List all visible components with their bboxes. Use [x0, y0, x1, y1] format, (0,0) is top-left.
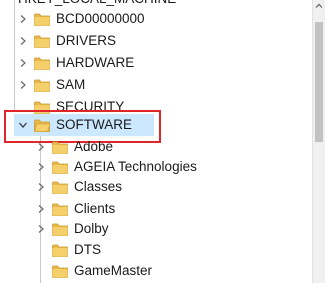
tree-item-hardware[interactable]: HARDWARE [18, 52, 134, 74]
chevron-right-icon[interactable] [36, 224, 46, 234]
chevron-right-icon[interactable] [36, 162, 46, 172]
tree-item-label: Dolby [74, 221, 109, 236]
folder-icon [52, 223, 68, 236]
tree-item-sam[interactable]: SAM [18, 74, 85, 96]
folder-icon [34, 13, 50, 26]
tree-item-label: AGEIA Technologies [74, 159, 197, 174]
chevron-right-icon[interactable] [36, 142, 46, 152]
tree-item-label: BCD00000000 [56, 11, 145, 26]
tree-item-label: DTS [74, 242, 101, 257]
tree-item-drivers[interactable]: DRIVERS [18, 30, 116, 52]
tree-item-classes[interactable]: Classes [36, 176, 122, 198]
chevron-right-icon[interactable] [18, 14, 28, 24]
tree-item-label: Adobe [74, 139, 114, 154]
tree-item-dts[interactable]: DTS [36, 239, 101, 261]
tree-item-label: DRIVERS [56, 33, 117, 48]
folder-icon [52, 161, 68, 174]
tree-item-label: HARDWARE [56, 55, 135, 70]
scrollbar-thumb[interactable] [315, 22, 323, 142]
tree-item-clients[interactable]: Clients [36, 198, 115, 220]
chevron-right-icon[interactable] [18, 58, 28, 68]
tree-item-gamemaster[interactable]: GameMaster [36, 260, 152, 282]
tree-item-dolby[interactable]: Dolby [36, 218, 109, 240]
scroll-up-icon[interactable] [315, 2, 323, 10]
tree-item-label: SAM [56, 77, 86, 92]
folder-icon [52, 181, 68, 194]
folder-icon [52, 141, 68, 154]
tree-item-label: Classes [74, 179, 123, 194]
tree-guide-line [14, 0, 15, 112]
folder-icon [34, 35, 50, 48]
registry-tree: HKEY_LOCAL_MACHINE BCD00000000 DRIVERS H… [0, 0, 310, 283]
folder-icon [52, 265, 68, 278]
chevron-down-icon[interactable] [8, 0, 18, 4]
tree-item-ageia-technologies[interactable]: AGEIA Technologies [36, 156, 197, 178]
folder-icon [52, 244, 68, 257]
folder-icon [34, 79, 50, 92]
tree-item-label: Clients [74, 201, 116, 216]
chevron-right-icon[interactable] [18, 80, 28, 90]
folder-icon [52, 203, 68, 216]
tree-item-bcd00000000[interactable]: BCD00000000 [18, 8, 145, 30]
chevron-right-icon[interactable] [36, 204, 46, 214]
chevron-right-icon[interactable] [36, 182, 46, 192]
tree-item-label: GameMaster [74, 263, 153, 278]
chevron-right-icon[interactable] [18, 36, 28, 46]
vertical-scrollbar[interactable] [312, 0, 325, 283]
folder-icon [34, 57, 50, 70]
tree-item-adobe[interactable]: Adobe [36, 136, 113, 158]
